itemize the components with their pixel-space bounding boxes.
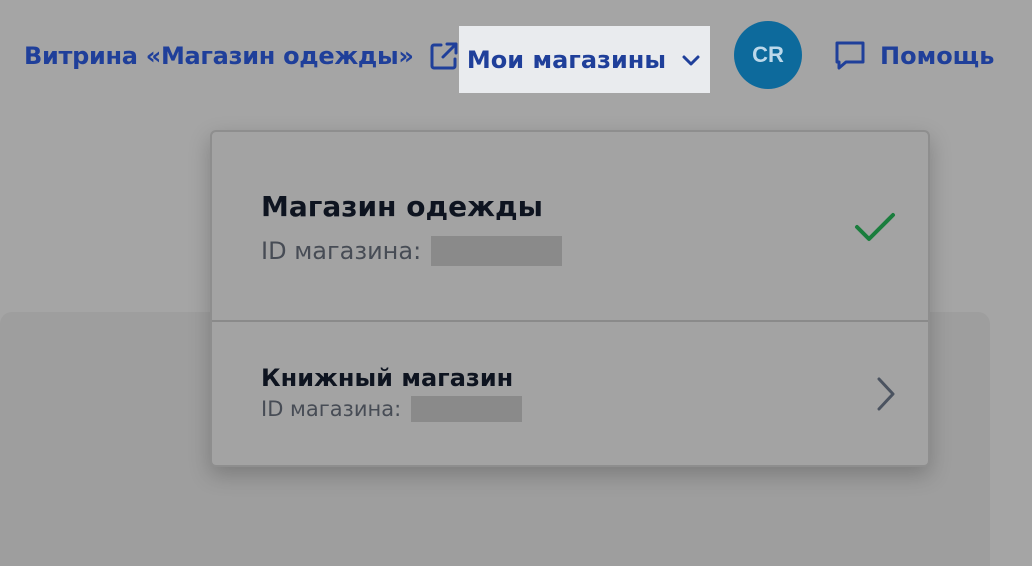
storefront-link-label: Витрина «Магазин одежды» [24,42,414,70]
store-id: ID магазина: [261,396,523,422]
store-name: Магазин одежды [261,190,543,223]
chevron-right-icon [873,374,899,414]
store-name: Книжный магазин [261,364,514,392]
top-header: Витрина «Магазин одежды» Мои магазины CR… [0,0,1032,110]
chat-bubble-icon [832,38,868,74]
store-option-books[interactable]: Книжный магазин ID магазина: [212,322,928,465]
check-icon [853,205,897,249]
chevron-down-icon [680,49,702,71]
help-label: Помощь [880,42,995,70]
store-id: ID магазина: [261,236,563,266]
my-stores-dropdown-button[interactable]: Мои магазины [459,26,710,93]
storefront-link[interactable]: Витрина «Магазин одежды» [24,36,460,76]
external-link-icon [428,40,460,72]
user-avatar[interactable]: CR [734,21,802,89]
redacted-id [411,396,523,422]
store-id-label: ID магазина: [261,397,402,421]
my-stores-label: Мои магазины [466,45,667,74]
store-id-label: ID магазина: [261,237,422,265]
store-option-clothing[interactable]: Магазин одежды ID магазина: [212,132,928,322]
my-stores-dropdown-menu: Магазин одежды ID магазина: Книжный мага… [210,130,930,467]
help-link[interactable]: Помощь [832,36,994,76]
redacted-id [431,236,563,266]
avatar-initials: CR [752,42,784,67]
